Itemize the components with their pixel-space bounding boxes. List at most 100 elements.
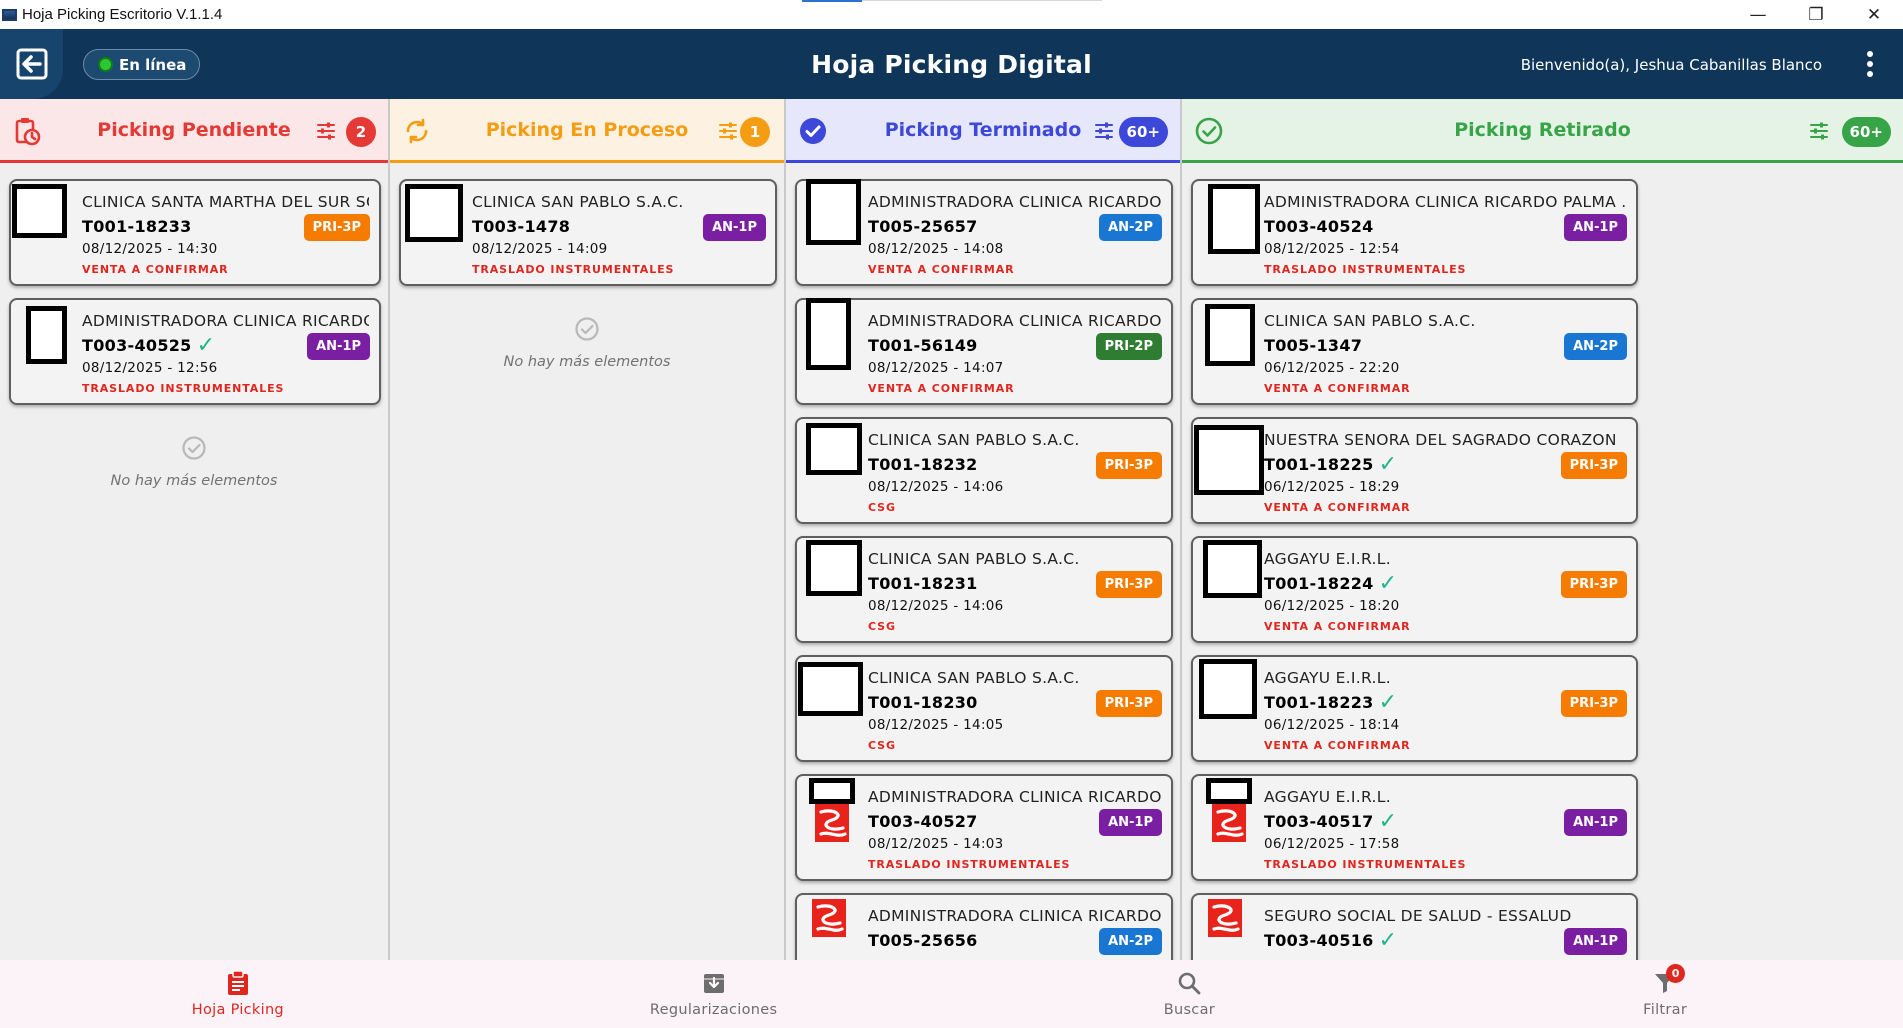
column-header: Picking Terminado 60+: [786, 99, 1180, 163]
picking-card[interactable]: CLINICA SAN PABLO S.A.C. T005-1347 06/12…: [1191, 298, 1638, 405]
document-code-text: T001-56149: [868, 336, 978, 355]
maximize-button[interactable]: ❐: [1787, 0, 1845, 29]
document-code: T003-40525 ✓: [82, 332, 216, 358]
empty-state-text: No hay más elementos: [503, 354, 671, 370]
column-count-badge: 2: [346, 117, 376, 147]
client-name: AGGAYU E.I.R.L.: [1264, 550, 1391, 568]
column-header: Picking Retirado 60+: [1182, 99, 1903, 163]
client-name: ADMINISTRADORA CLINICA RICARDO PALMA ...: [868, 788, 1161, 806]
archive-download-icon: [701, 970, 727, 996]
check-circle-outline-icon: [182, 436, 206, 460]
card-list: CLINICA SAN PABLO S.A.C. T003-1478 08/12…: [390, 179, 784, 370]
document-code-text: T001-18231: [868, 574, 978, 593]
client-name: CLINICA SAN PABLO S.A.C.: [868, 669, 1080, 687]
document-code-text: T005-1347: [1264, 336, 1363, 355]
tune-filter-icon[interactable]: [1094, 121, 1114, 141]
search-icon: [1176, 970, 1202, 996]
card-datetime: 08/12/2025 - 14:06: [868, 479, 1004, 495]
picking-card[interactable]: ADMINISTRADORA CLINICA RICARDO PALMA ...…: [795, 893, 1173, 960]
picking-card[interactable]: CLINICA SAN PABLO S.A.C. T001-18231 08/1…: [795, 536, 1173, 643]
card-datetime: 06/12/2025 - 18:20: [1264, 598, 1400, 614]
client-logo-image: [26, 306, 67, 364]
document-code: T001-18231: [868, 574, 978, 593]
nav-item-buscar[interactable]: Buscar: [952, 960, 1428, 1028]
verified-check-icon: ✓: [1378, 808, 1398, 834]
priority-tag: AN-1P: [703, 214, 766, 241]
column-picking-pendiente: Picking Pendiente 2 CLINICA SANTA MARTHA…: [0, 99, 390, 960]
card-datetime: 08/12/2025 - 14:05: [868, 717, 1004, 733]
card-datetime: 08/12/2025 - 14:30: [82, 241, 218, 257]
picking-card[interactable]: SEGURO SOCIAL DE SALUD - ESSALUD T003-40…: [1191, 893, 1638, 960]
sync-icon: [402, 116, 432, 146]
document-code: T001-18223 ✓: [1264, 689, 1398, 715]
picking-card[interactable]: CLINICA SAN PABLO S.A.C. T001-18232 08/1…: [795, 417, 1173, 524]
card-datetime: 08/12/2025 - 12:56: [82, 360, 218, 376]
card-status-label: CSG: [868, 620, 896, 633]
picking-card[interactable]: ADMINISTRADORA CLINICA RICARDO PALMA ...…: [795, 774, 1173, 881]
minimize-button[interactable]: —: [1729, 0, 1787, 29]
document-code-text: T001-18225: [1264, 455, 1374, 474]
card-datetime: 06/12/2025 - 18:14: [1264, 717, 1400, 733]
client-logo-image: [806, 298, 851, 370]
card-datetime: 06/12/2025 - 17:58: [1264, 836, 1400, 852]
picking-card[interactable]: ADMINISTRADORA CLINICA RICARDO PALMA ...…: [795, 298, 1173, 405]
nav-item-hoja-picking[interactable]: Hoja Picking: [0, 960, 476, 1028]
window-titlebar: Hoja Picking Escritorio V.1.1.4 — ❐ ✕: [0, 0, 1903, 29]
tune-filter-icon[interactable]: [718, 121, 738, 141]
picking-card[interactable]: AGGAYU E.I.R.L. T003-40517 ✓ 06/12/2025 …: [1191, 774, 1638, 881]
document-code-text: T001-18232: [868, 455, 978, 474]
priority-tag: PRI-3P: [1095, 452, 1162, 479]
picking-board: Picking Pendiente 2 CLINICA SANTA MARTHA…: [0, 99, 1903, 960]
check-circle-outline-icon: [1194, 116, 1224, 146]
empty-state: No hay más elementos: [390, 298, 784, 370]
priority-tag: AN-1P: [1564, 809, 1627, 836]
column-header: Picking Pendiente 2: [0, 99, 388, 163]
client-logo-image: [12, 184, 67, 238]
priority-tag: AN-1P: [1564, 928, 1627, 955]
picking-card[interactable]: ADMINISTRADORA CLINICA RICARDO PALMA ...…: [795, 179, 1173, 286]
check-circle-outline-icon: [575, 317, 599, 341]
picking-card[interactable]: NUESTRA SENORA DEL SAGRADO CORAZON T001-…: [1191, 417, 1638, 524]
tune-filter-icon[interactable]: [316, 121, 336, 141]
card-list: ADMINISTRADORA CLINICA RICARDO PALMA ...…: [786, 179, 1180, 960]
picking-card[interactable]: AGGAYU E.I.R.L. T001-18224 ✓ 06/12/2025 …: [1191, 536, 1638, 643]
tune-filter-icon[interactable]: [1809, 121, 1829, 141]
client-name: ADMINISTRADORA CLINICA RICARDO PALMA ...: [1264, 193, 1626, 211]
column-picking-en-proceso: Picking En Proceso 1 CLINICA SAN PABLO S…: [390, 99, 786, 960]
verified-check-icon: ✓: [1378, 927, 1398, 953]
column-picking-retirado: Picking Retirado 60+ ADMINISTRADORA CLIN…: [1182, 99, 1903, 960]
client-logo-image: [809, 778, 855, 842]
picking-card[interactable]: CLINICA SANTA MARTHA DEL SUR SOCIEDAD ..…: [9, 179, 381, 286]
picking-card[interactable]: CLINICA SAN PABLO S.A.C. T003-1478 08/12…: [399, 179, 777, 286]
check-circle-filled-icon: [798, 116, 828, 146]
picking-card[interactable]: AGGAYU E.I.R.L. T001-18223 ✓ 06/12/2025 …: [1191, 655, 1638, 762]
column-title: Picking Retirado: [1454, 119, 1631, 141]
picking-card[interactable]: ADMINISTRADORA CLINICA RICARDO PALMA ...…: [9, 298, 381, 405]
card-status-label: VENTA A CONFIRMAR: [868, 382, 1015, 395]
picking-card[interactable]: CLINICA SAN PABLO S.A.C. T001-18230 08/1…: [795, 655, 1173, 762]
document-code: T003-40524: [1264, 217, 1374, 236]
verified-check-icon: ✓: [1378, 689, 1398, 715]
document-code-text: T005-25657: [868, 217, 978, 236]
card-datetime: 06/12/2025 - 18:29: [1264, 479, 1400, 495]
document-code: T001-18232: [868, 455, 978, 474]
nav-item-filtrar[interactable]: 0 Filtrar: [1427, 960, 1903, 1028]
card-datetime: 08/12/2025 - 14:08: [868, 241, 1004, 257]
clipboard-list-icon: [225, 970, 251, 996]
more-vert-icon[interactable]: [1863, 51, 1877, 77]
card-status-label: VENTA A CONFIRMAR: [82, 263, 229, 276]
document-code: T003-1478: [472, 217, 570, 236]
empty-state-text: No hay más elementos: [110, 473, 278, 489]
priority-tag: PRI-3P: [1095, 571, 1162, 598]
nav-item-regularizaciones[interactable]: Regularizaciones: [476, 960, 952, 1028]
close-button[interactable]: ✕: [1845, 0, 1903, 29]
picking-card[interactable]: ADMINISTRADORA CLINICA RICARDO PALMA ...…: [1191, 179, 1638, 286]
document-code: T005-25657: [868, 217, 978, 236]
priority-tag: PRI-3P: [1560, 452, 1627, 479]
client-name: CLINICA SAN PABLO S.A.C.: [1264, 312, 1476, 330]
client-logo-image: [1208, 184, 1260, 254]
verified-check-icon: ✓: [196, 332, 216, 358]
card-list: ADMINISTRADORA CLINICA RICARDO PALMA ...…: [1182, 179, 1903, 960]
card-status-label: TRASLADO INSTRUMENTALES: [1264, 858, 1467, 871]
document-code-text: T003-40524: [1264, 217, 1374, 236]
